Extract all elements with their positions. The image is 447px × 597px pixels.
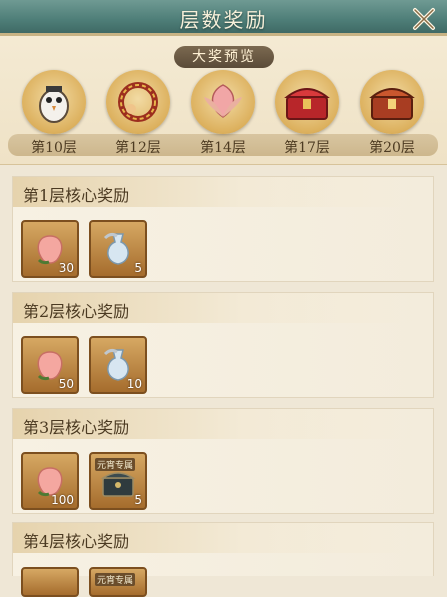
reward-item-lantern-chest[interactable]: 元宵专属 5 [89,452,147,510]
event-tag: 元宵专属 [95,573,136,586]
item-count: 50 [58,377,74,391]
prize-chest-icon-2[interactable] [360,70,424,134]
prize-lotus-icon[interactable] [191,70,255,134]
reward-item-lantern-chest[interactable]: 元宵专属 [89,567,147,597]
prize-floor-label: 第20层 [369,140,415,156]
preview-title: 大奖预览 [174,46,274,68]
close-icon [413,8,435,30]
prize-chest-icon[interactable] [275,70,339,134]
vase-icon [103,232,129,265]
grand-prize-preview: 大奖预览 第10层 第12层 第14层 第17层 第20层 [0,36,447,165]
floor-reward-section: 第1层核心奖励 30 5 [12,176,434,282]
item-count: 100 [51,493,74,507]
floor-reward-section: 第3层核心奖励 100 元宵专属 5 [12,408,434,514]
item-count: 10 [126,377,142,391]
prize-floor-label: 第12层 [115,140,161,156]
reward-item-peach[interactable]: 100 [21,452,79,510]
prize-floor-label: 第17层 [284,140,330,156]
section-title: 第4层核心奖励 [23,532,130,551]
prize-creature-icon[interactable] [22,70,86,134]
item-count: 30 [58,261,74,275]
event-tag: 元宵专属 [95,458,136,471]
prize-ring-icon[interactable] [106,70,170,134]
prize-floor-label: 第14层 [200,140,246,156]
section-title: 第2层核心奖励 [23,302,130,321]
section-title: 第3层核心奖励 [23,418,130,437]
floor-reward-section: 第4层核心奖励 元宵专属 [12,522,434,597]
item-count: 5 [134,261,142,275]
prize-floor-label: 第10层 [31,140,77,156]
section-title: 第1层核心奖励 [23,186,130,205]
item-count: 5 [134,493,142,507]
reward-item-peach[interactable]: 30 [21,220,79,278]
reward-item-vase[interactable]: 10 [89,336,147,394]
header-bar: 层数奖励 [0,0,447,36]
reward-item-vase[interactable]: 5 [89,220,147,278]
close-button[interactable] [409,4,439,34]
page-title: 层数奖励 [179,8,268,32]
reward-item-peach[interactable] [21,567,79,597]
reward-item-peach[interactable]: 50 [21,336,79,394]
floor-reward-section: 第2层核心奖励 50 10 [12,292,434,398]
